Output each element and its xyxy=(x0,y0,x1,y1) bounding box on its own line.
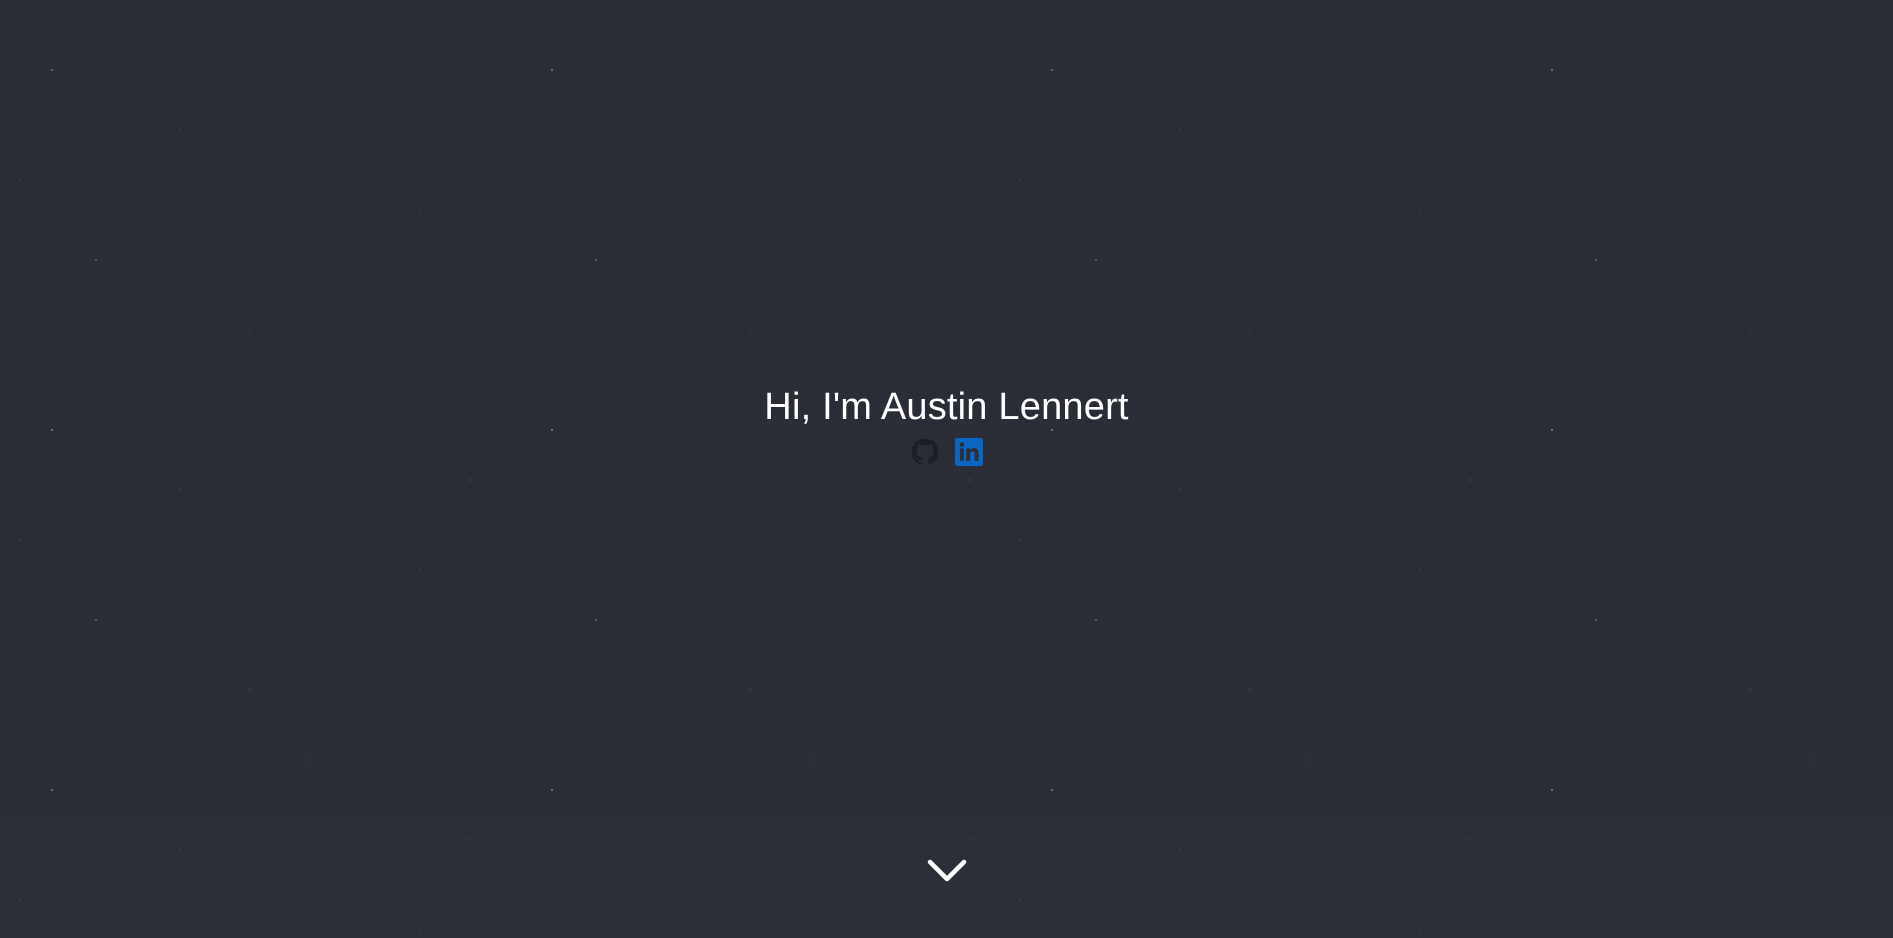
hero-title: Hi, I'm Austin Lennert xyxy=(764,386,1129,428)
scroll-down-button[interactable] xyxy=(926,856,968,886)
github-link[interactable] xyxy=(911,438,939,466)
starfield-background xyxy=(0,0,1893,938)
social-links xyxy=(0,438,1893,466)
hero-section: Hi, I'm Austin Lennert xyxy=(0,381,1893,466)
chevron-down-icon xyxy=(927,859,967,882)
linkedin-icon xyxy=(954,438,983,466)
github-icon xyxy=(911,438,938,465)
linkedin-link[interactable] xyxy=(954,438,983,466)
